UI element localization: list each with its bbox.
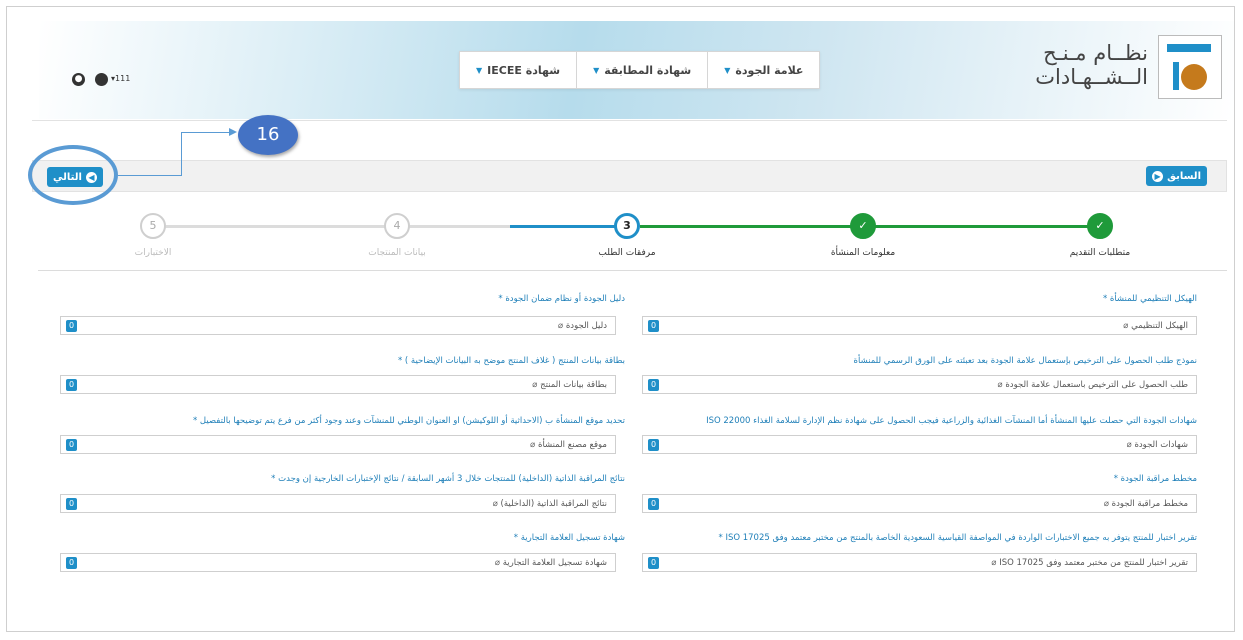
user-name: 111	[115, 74, 131, 83]
nav-quality-mark[interactable]: علامة الجودة ▼	[707, 52, 819, 88]
paperclip-icon: ⌀	[1126, 440, 1132, 450]
wizard-button-bar	[32, 160, 1227, 192]
step-3-label: مرفقات الطلب	[598, 248, 656, 258]
main-nav: علامة الجودة ▼ شهادة المطابقة ▼ شهادة IECE…	[459, 51, 821, 89]
attachment-field[interactable]: 0 موقع مصنع المنشأة ⌀	[60, 435, 616, 454]
field-value: موقع مصنع المنشأة	[537, 440, 607, 450]
field-value: شهادات الجودة	[1134, 440, 1188, 450]
step-5-indicator: 5	[140, 213, 166, 239]
logo-line-2: الــشــهـادات	[1035, 65, 1148, 89]
step-3-indicator: 3	[614, 213, 640, 239]
field-label: دليل الجودة أو نظام ضمان الجودة *	[498, 294, 625, 304]
callout-connector	[118, 175, 181, 176]
field-label: الهيكل التنظيمي للمنشأة *	[1102, 294, 1197, 304]
field-label: تحديد موقع المنشأة ب (الاحداثية أو اللوك…	[192, 416, 625, 426]
step-4-label: بيانات المنتجات	[368, 248, 426, 258]
step-4-indicator: 4	[384, 213, 410, 239]
file-count-badge: 0	[66, 498, 77, 510]
step-1-check-icon: ✓	[1087, 213, 1113, 239]
highlight-ring	[28, 145, 118, 205]
field-value: طلب الحصول على الترخيص باستعمال علامة ال…	[1005, 380, 1188, 390]
callout-connector	[181, 132, 231, 133]
file-count-badge: 0	[66, 379, 77, 391]
field-value: الهيكل التنظيمي	[1131, 321, 1188, 331]
paperclip-icon: ⌀	[997, 380, 1003, 390]
field-value: شهادة تسجيل العلامة التجارية	[502, 558, 607, 568]
file-count-badge: 0	[66, 557, 77, 569]
attachment-field[interactable]: 0 نتائج المراقبة الذاتية (الداخلية) ⌀	[60, 494, 616, 513]
nav-iecee-cert[interactable]: شهادة IECEE ▼	[460, 52, 576, 88]
file-count-badge: 0	[66, 320, 77, 332]
paperclip-icon: ⌀	[532, 380, 538, 390]
attachment-field[interactable]: 0 طلب الحصول على الترخيص باستعمال علامة …	[642, 375, 1197, 394]
nav-label: شهادة المطابقة	[604, 63, 692, 77]
field-value: مخطط مراقبة الجودة	[1111, 499, 1188, 509]
field-label: تقرير اختبار للمنتج يتوفر به جميع الاختب…	[718, 533, 1197, 543]
file-count-badge: 0	[648, 498, 659, 510]
stepper-line-done	[640, 225, 872, 228]
attachment-field[interactable]: 0 مخطط مراقبة الجودة ⌀	[642, 494, 1197, 513]
file-count-badge: 0	[648, 557, 659, 569]
attachment-field[interactable]: 0 شهادات الجودة ⌀	[642, 435, 1197, 454]
nav-label: علامة الجودة	[735, 63, 804, 77]
paperclip-icon: ⌀	[492, 499, 498, 509]
stepper-line-done	[872, 225, 1100, 228]
globe-icon[interactable]: ●	[72, 73, 85, 86]
attachment-field[interactable]: 0 شهادة تسجيل العلامة التجارية ⌀	[60, 553, 616, 572]
nav-label: شهادة IECEE	[487, 63, 561, 77]
paperclip-icon: ⌀	[494, 558, 501, 568]
previous-label: السابق	[1167, 170, 1201, 182]
paperclip-icon: ⌀	[558, 321, 564, 331]
chevron-down-icon: ▼	[593, 65, 600, 75]
divider	[32, 120, 1227, 121]
paperclip-icon: ⌀	[1123, 321, 1129, 331]
step-2-label: معلومات المنشأة	[830, 248, 896, 258]
user-menu[interactable]: ▾111	[111, 74, 130, 83]
field-label: شهادة تسجيل العلامة التجارية *	[513, 533, 625, 543]
field-label: شهادات الجودة التي حصلت عليها المنشأة أم…	[706, 416, 1197, 426]
callout-connector	[181, 132, 182, 176]
previous-button[interactable]: ▶ السابق	[1146, 166, 1207, 186]
nav-conformity-cert[interactable]: شهادة المطابقة ▼	[576, 52, 707, 88]
chevron-down-icon: ▼	[724, 65, 731, 75]
field-value: دليل الجودة	[565, 321, 607, 331]
field-label: نتائج المراقبة الذاتية (الداخلية) للمنتج…	[271, 474, 625, 484]
field-value: تقرير اختبار للمنتج من مختبر معتمد وفق I…	[999, 558, 1188, 568]
field-value: نتائج المراقبة الذاتية (الداخلية)	[500, 499, 607, 509]
logo-text: نظــام مـنـح الــشــهـادات	[1028, 41, 1148, 89]
callout-arrow-icon	[229, 128, 237, 136]
arrow-right-circle-icon: ▶	[1152, 170, 1164, 182]
file-count-badge: 0	[648, 439, 659, 451]
attachment-field[interactable]: 0 بطاقة بيانات المنتج ⌀	[60, 375, 616, 394]
logo-line-1: نظــام مـنـح	[1043, 41, 1148, 65]
field-label: بطاقة بيانات المنتج ( غلاف المنتج موضح ب…	[397, 356, 625, 366]
paperclip-icon: ⌀	[991, 558, 997, 568]
chevron-down-icon: ▼	[476, 65, 483, 75]
attachment-field[interactable]: 0 دليل الجودة ⌀	[60, 316, 616, 335]
header: نظــام مـنـح الــشــهـادات علامة الجودة ▼…	[39, 21, 1234, 119]
logo-icon	[1158, 35, 1222, 99]
field-label: مخطط مراقبة الجودة *	[1113, 474, 1197, 484]
file-count-badge: 0	[66, 439, 77, 451]
paperclip-icon: ⌀	[1103, 499, 1109, 509]
stepper-line-pending	[158, 225, 510, 228]
field-label: نموذج طلب الحصول على الترخيص بإستعمال عل…	[853, 356, 1197, 366]
attachment-field[interactable]: 0 الهيكل التنظيمي ⌀	[642, 316, 1197, 335]
callout-number: 16	[238, 115, 298, 155]
user-icon[interactable]	[95, 73, 108, 86]
step-2-check-icon: ✓	[850, 213, 876, 239]
paperclip-icon: ⌀	[530, 440, 536, 450]
file-count-badge: 0	[648, 320, 659, 332]
stepper-line-active	[510, 225, 626, 228]
step-1-label: متطلبات التقديم	[1069, 248, 1131, 258]
step-5-label: الاختبارات	[134, 248, 172, 258]
file-count-badge: 0	[648, 379, 659, 391]
attachment-field[interactable]: 0 تقرير اختبار للمنتج من مختبر معتمد وفق…	[642, 553, 1197, 572]
field-value: بطاقة بيانات المنتج	[540, 380, 607, 390]
